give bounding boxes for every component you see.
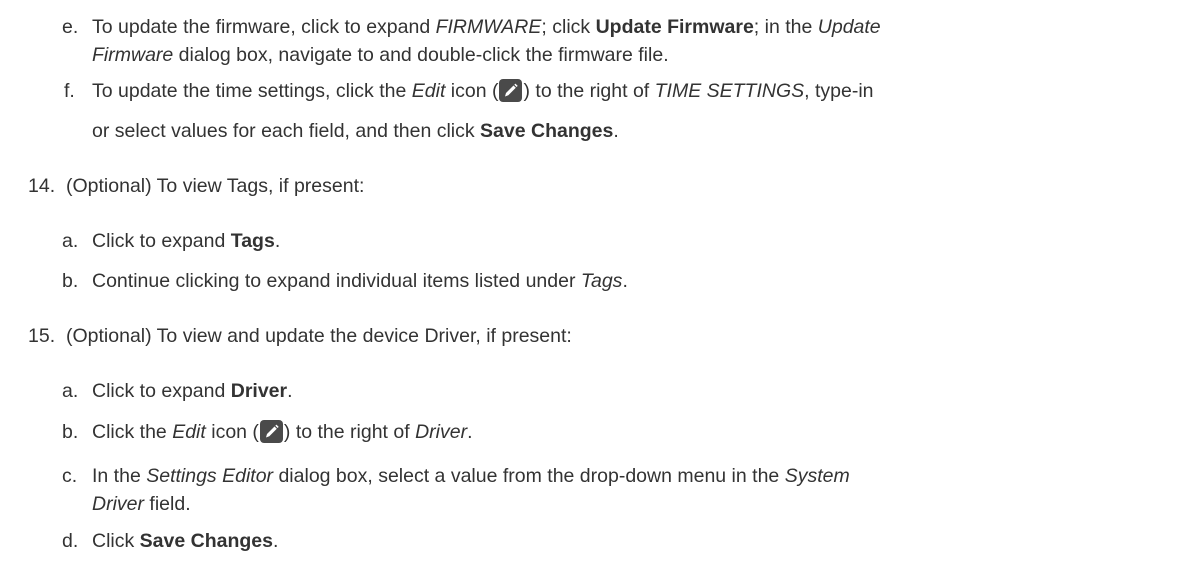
step-marker-15b: b. [62,421,79,443]
text: Click the [92,421,173,443]
ui-command: Save Changes [480,120,614,142]
ui-term: System [784,465,850,487]
step-marker-14: 14. [28,175,56,197]
ui-term: TIME SETTINGS [654,80,805,102]
text: or select values for each field, and the… [92,120,481,142]
text: Click [92,530,140,552]
step-13e-line-1: To update the firmware, click to expand … [92,13,881,41]
step-marker-14b: b. [62,270,79,292]
text: In the [92,465,147,487]
ui-term: Update [817,16,881,38]
ui-term: Driver [92,493,144,515]
text: ; click [541,16,596,38]
step-marker-15d: d. [62,530,79,552]
step-marker-14a: a. [62,230,79,252]
step-14b-text: Continue clicking to expand individual i… [92,267,628,295]
text: icon ( [205,421,259,443]
step-14-text: (Optional) To view Tags, if present: [66,175,365,197]
text: field. [144,493,191,515]
step-15-text: (Optional) To view and update the device… [66,325,572,347]
ui-term: Edit [411,80,446,102]
step-marker-15: 15. [28,325,56,347]
text: ) to the right of [283,421,416,443]
text: To update the time settings, click the [92,80,412,102]
step-15c-line-1: In the Settings Editor dialog box, selec… [92,462,850,490]
text: Continue clicking to expand individual i… [92,270,581,292]
text: Click to expand [92,380,231,402]
ui-term: Firmware [92,44,174,66]
step-15b-text: Click the Edit icon ( ) to the right of D… [92,418,473,446]
text: icon ( [445,80,499,102]
ui-command: Save Changes [139,530,273,552]
text: , type-in [804,80,874,102]
ui-term: Edit [172,421,206,443]
ui-command: Tags [230,230,275,252]
ui-term: Tags [580,270,623,292]
step-14a-text: Click to expand Tags. [92,227,280,255]
step-15c-line-2: Driver field. [92,490,191,518]
text: . [622,270,628,292]
text: To update the firmware, click to expand [92,16,436,38]
text: . [287,380,293,402]
step-marker-e: e. [62,16,79,38]
ui-command: Update Firmware [595,16,754,38]
step-13f-line-2: or select values for each field, and the… [92,117,619,145]
text: Click to expand [92,230,231,252]
ui-term: FIRMWARE [435,16,542,38]
step-15a-text: Click to expand Driver. [92,377,293,405]
text: dialog box, navigate to and double-click… [173,44,669,66]
step-15d-text: Click Save Changes. [92,527,278,555]
ui-term: Driver [415,421,468,443]
step-marker-15a: a. [62,380,79,402]
text: ; in the [753,16,818,38]
text: . [467,421,473,443]
step-marker-f: f. [64,80,75,102]
step-13e-line-2: Firmware dialog box, navigate to and dou… [92,41,669,69]
text: . [272,530,279,552]
text: ) to the right of [523,80,655,102]
step-13f-line-1: To update the time settings, click the E… [92,77,874,105]
text: dialog box, select a value from the drop… [273,465,785,487]
pencil-icon [499,79,523,102]
step-marker-15c: c. [62,465,78,487]
text: . [274,230,281,252]
text: . [613,120,619,142]
ui-command: Driver [230,380,288,402]
ui-term: Settings Editor [146,465,274,487]
pencil-icon [259,420,283,443]
